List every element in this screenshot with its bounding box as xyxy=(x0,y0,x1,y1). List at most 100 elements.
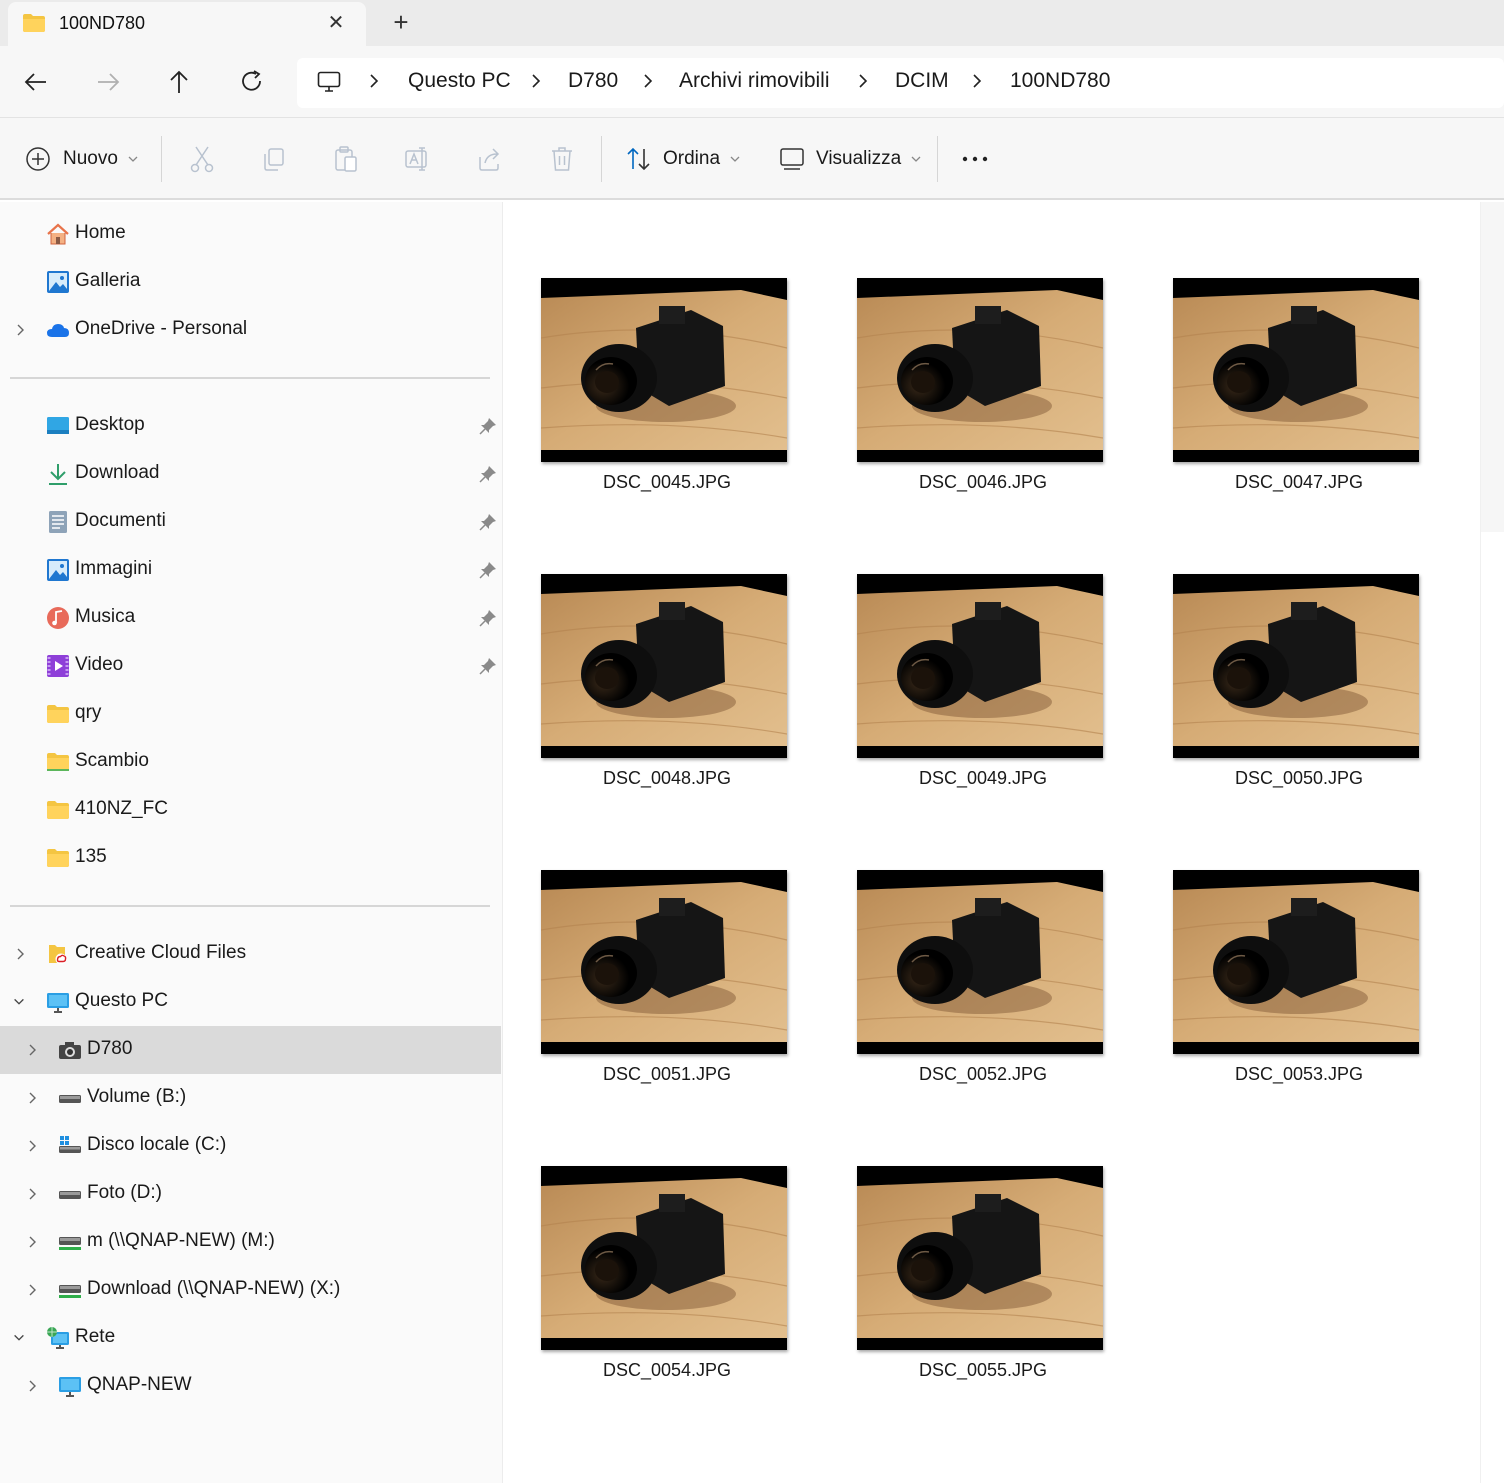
close-tab-icon[interactable]: ✕ xyxy=(325,12,347,34)
chevron-down-icon[interactable] xyxy=(12,994,26,1010)
network-globe-icon xyxy=(47,1327,69,1349)
file-tile[interactable]: DSC_0047.JPG xyxy=(1173,278,1419,508)
sidebar-item-m-qnap-new[interactable]: m (\\QNAP-NEW) (M:) xyxy=(0,1218,501,1266)
thumbnail[interactable] xyxy=(1173,278,1419,462)
thumbnail[interactable] xyxy=(541,870,787,1054)
breadcrumb-d780[interactable]: D780 xyxy=(568,69,618,93)
thumbnail[interactable] xyxy=(857,574,1103,758)
sidebar-item-qnap-new[interactable]: QNAP-NEW xyxy=(0,1362,501,1410)
thumbnail[interactable] xyxy=(857,1166,1103,1350)
breadcrumb-100nd780[interactable]: 100ND780 xyxy=(1010,69,1110,93)
file-tile[interactable]: DSC_0046.JPG xyxy=(857,278,1103,508)
pin-icon[interactable] xyxy=(479,657,497,675)
windows-drive-icon xyxy=(59,1136,81,1153)
tab-100nd780[interactable]: 100ND780 ✕ xyxy=(8,2,366,46)
chevron-right-icon[interactable] xyxy=(26,1042,40,1058)
sidebar-item-scambio[interactable]: Scambio xyxy=(0,738,501,786)
sidebar-item-download[interactable]: Download xyxy=(0,450,501,498)
sidebar-item-download-qnap-new[interactable]: Download (\\QNAP-NEW) (X:) xyxy=(0,1266,501,1314)
sort-button[interactable]: Ordina xyxy=(625,144,740,174)
file-name: DSC_0053.JPG xyxy=(1234,1064,1364,1084)
paste-icon[interactable] xyxy=(333,145,359,173)
chevron-right-icon[interactable] xyxy=(368,72,380,90)
sidebar-item-home[interactable]: Home xyxy=(0,210,501,258)
thumbnail[interactable] xyxy=(541,574,787,758)
chevron-right-icon[interactable] xyxy=(14,946,28,962)
sidebar-item-questo-pc[interactable]: Questo PC xyxy=(0,978,501,1026)
file-tile[interactable]: DSC_0049.JPG xyxy=(857,574,1103,804)
sidebar-item-d780[interactable]: D780 xyxy=(0,1026,501,1074)
toolbar-separator xyxy=(601,136,602,182)
thumbnail[interactable] xyxy=(541,278,787,462)
file-tile[interactable]: DSC_0050.JPG xyxy=(1173,574,1419,804)
pin-icon[interactable] xyxy=(479,417,497,435)
back-arrow-icon[interactable] xyxy=(22,68,50,96)
more-options-icon[interactable] xyxy=(961,145,989,173)
sidebar-item-label: Questo PC xyxy=(75,990,168,1011)
file-tile[interactable]: DSC_0052.JPG xyxy=(857,870,1103,1100)
sidebar-item-musica[interactable]: Musica xyxy=(0,594,501,642)
rename-icon[interactable] xyxy=(405,145,431,173)
breadcrumb-archivi-rimovibili[interactable]: Archivi rimovibili xyxy=(679,69,830,93)
chevron-right-icon[interactable] xyxy=(642,72,654,90)
pin-icon[interactable] xyxy=(479,561,497,579)
forward-arrow-icon[interactable] xyxy=(94,68,122,96)
pin-icon[interactable] xyxy=(479,513,497,531)
sidebar-item-foto-d[interactable]: Foto (D:) xyxy=(0,1170,501,1218)
sidebar-item-galleria[interactable]: Galleria xyxy=(0,258,501,306)
sidebar-item-volume-b[interactable]: Volume (B:) xyxy=(0,1074,501,1122)
file-tile[interactable]: DSC_0045.JPG xyxy=(541,278,787,508)
breadcrumb-questo-pc[interactable]: Questo PC xyxy=(408,69,511,93)
sidebar-item-qry[interactable]: qry xyxy=(0,690,501,738)
view-button[interactable]: Visualizza xyxy=(779,144,921,174)
thumbnail[interactable] xyxy=(857,870,1103,1054)
share-icon[interactable] xyxy=(477,145,503,173)
sidebar-item-410nz-fc[interactable]: 410NZ_FC xyxy=(0,786,501,834)
sidebar-item-video[interactable]: Video xyxy=(0,642,501,690)
delete-trash-icon[interactable] xyxy=(549,145,575,173)
chevron-down-icon[interactable] xyxy=(12,1330,26,1346)
pin-icon[interactable] xyxy=(479,465,497,483)
pin-icon[interactable] xyxy=(479,609,497,627)
thumbnail[interactable] xyxy=(1173,870,1419,1054)
chevron-right-icon[interactable] xyxy=(530,72,542,90)
sidebar-item-desktop[interactable]: Desktop xyxy=(0,402,501,450)
file-tile[interactable]: DSC_0051.JPG xyxy=(541,870,787,1100)
sidebar-item-immagini[interactable]: Immagini xyxy=(0,546,501,594)
file-tile[interactable]: DSC_0054.JPG xyxy=(541,1166,787,1396)
refresh-icon[interactable] xyxy=(238,68,266,96)
this-pc-monitor-icon xyxy=(47,993,69,1013)
file-tile[interactable]: DSC_0055.JPG xyxy=(857,1166,1103,1396)
chevron-right-icon[interactable] xyxy=(26,1138,40,1154)
cut-icon[interactable] xyxy=(189,145,215,173)
chevron-right-icon[interactable] xyxy=(26,1090,40,1106)
thumbnail[interactable] xyxy=(1173,574,1419,758)
file-tile[interactable]: DSC_0053.JPG xyxy=(1173,870,1419,1100)
chevron-right-icon[interactable] xyxy=(26,1378,40,1394)
copy-icon[interactable] xyxy=(261,145,287,173)
breadcrumb-dcim[interactable]: DCIM xyxy=(895,69,949,93)
sidebar-item-label: Home xyxy=(75,222,126,243)
file-name: DSC_0052.JPG xyxy=(918,1064,1048,1084)
up-arrow-icon[interactable] xyxy=(165,68,193,96)
chevron-right-icon[interactable] xyxy=(26,1282,40,1298)
address-breadcrumb[interactable]: Questo PC D780 Archivi rimovibili DCIM 1… xyxy=(297,58,1504,108)
sidebar-item-onedrive[interactable]: OneDrive - Personal xyxy=(0,306,501,354)
new-tab-button[interactable]: + xyxy=(388,9,414,35)
chevron-right-icon[interactable] xyxy=(14,322,28,338)
thumbnail[interactable] xyxy=(857,278,1103,462)
chevron-right-icon[interactable] xyxy=(26,1234,40,1250)
scrollbar-thumb[interactable] xyxy=(1481,202,1504,532)
chevron-right-icon[interactable] xyxy=(857,72,869,90)
sidebar-item-135[interactable]: 135 xyxy=(0,834,501,882)
new-button[interactable]: Nuovo xyxy=(25,144,138,174)
chevron-right-icon[interactable] xyxy=(26,1186,40,1202)
file-tile[interactable]: DSC_0048.JPG xyxy=(541,574,787,804)
this-pc-icon[interactable] xyxy=(317,71,341,93)
thumbnail[interactable] xyxy=(541,1166,787,1350)
sidebar-item-rete[interactable]: Rete xyxy=(0,1314,501,1362)
sidebar-item-creative-cloud-files[interactable]: Creative Cloud Files xyxy=(0,930,501,978)
sidebar-item-disco-locale-c[interactable]: Disco locale (C:) xyxy=(0,1122,501,1170)
sidebar-item-documenti[interactable]: Documenti xyxy=(0,498,501,546)
chevron-right-icon[interactable] xyxy=(971,72,983,90)
